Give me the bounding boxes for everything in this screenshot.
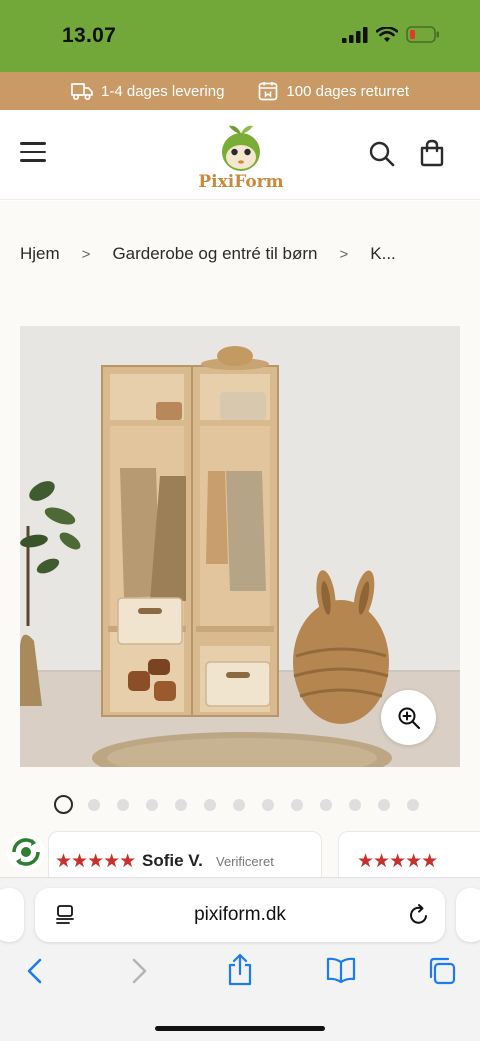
gallery-dot-active[interactable] [54,795,73,814]
breadcrumb-separator: > [339,245,349,263]
main-content: Hjem > Garderobe og entré til børn > K..… [0,201,480,877]
breadcrumb-separator: > [81,245,91,263]
promo-returns-label: 100 dages returret [286,82,409,100]
gallery-dot[interactable] [88,798,100,811]
wifi-icon [376,26,398,42]
zoom-in-icon[interactable] [381,690,436,745]
gallery-dot[interactable] [117,798,129,811]
gallery-dot[interactable] [175,798,187,811]
review-stars: ★★★★★ [357,851,438,872]
truck-icon [71,83,93,101]
status-time: 13.07 [62,24,117,47]
breadcrumb-category[interactable]: Garderobe og entré til børn [112,244,317,264]
trust-badge-icon[interactable] [6,832,46,872]
back-icon[interactable] [24,956,46,986]
tabs-icon[interactable] [427,956,457,986]
signal-icon [342,26,368,43]
home-indicator [155,1026,325,1031]
gallery-dot[interactable] [233,798,245,811]
battery-icon [406,26,439,43]
gallery-dot[interactable] [291,798,303,811]
promo-bar: 1-4 dages levering 100 dages returret [0,72,480,110]
previous-tab-preview[interactable] [0,888,24,942]
url-text: pixiform.dk [194,904,286,925]
gallery-dot[interactable] [407,798,419,811]
gallery-dot[interactable] [146,798,158,811]
promo-delivery: 1-4 dages levering [71,81,224,101]
bookmarks-icon[interactable] [325,956,357,984]
reviewer-name: Sofie V. [142,851,203,870]
logo[interactable]: PixiForm [196,120,286,192]
logo-mascot-icon [222,125,260,171]
address-bar[interactable]: pixiform.dk [35,888,445,942]
promo-returns: 100 dages returret [258,81,409,101]
browser-bottom-bar: pixiform.dk [0,877,480,1041]
shopping-bag-icon[interactable] [419,139,445,172]
search-icon[interactable] [368,140,396,173]
share-icon[interactable] [226,953,254,987]
site-header: PixiForm [0,110,480,200]
gallery-dot[interactable] [204,798,216,811]
gallery-dot[interactable] [378,798,390,811]
hamburger-icon[interactable] [20,142,46,164]
gallery-pagination [54,795,419,814]
review-stars: ★★★★★ [55,851,136,872]
status-icons [342,26,440,43]
gallery-dot[interactable] [349,798,361,811]
calendar-icon [259,82,278,101]
verified-label: Verificeret [216,854,274,869]
status-bar: 13.07 [0,0,480,72]
breadcrumb-current: K... [370,244,396,263]
logo-text: PixiForm [198,172,284,192]
browser-toolbar [0,953,480,1006]
gallery-dot[interactable] [320,798,332,811]
next-tab-preview[interactable] [456,888,480,942]
reload-icon[interactable] [407,903,431,927]
breadcrumb: Hjem > Garderobe og entré til børn > K..… [20,244,396,264]
breadcrumb-home[interactable]: Hjem [20,244,60,264]
promo-delivery-label: 1-4 dages levering [101,82,225,100]
gallery-dot[interactable] [262,798,274,811]
forward-icon[interactable] [128,956,150,986]
